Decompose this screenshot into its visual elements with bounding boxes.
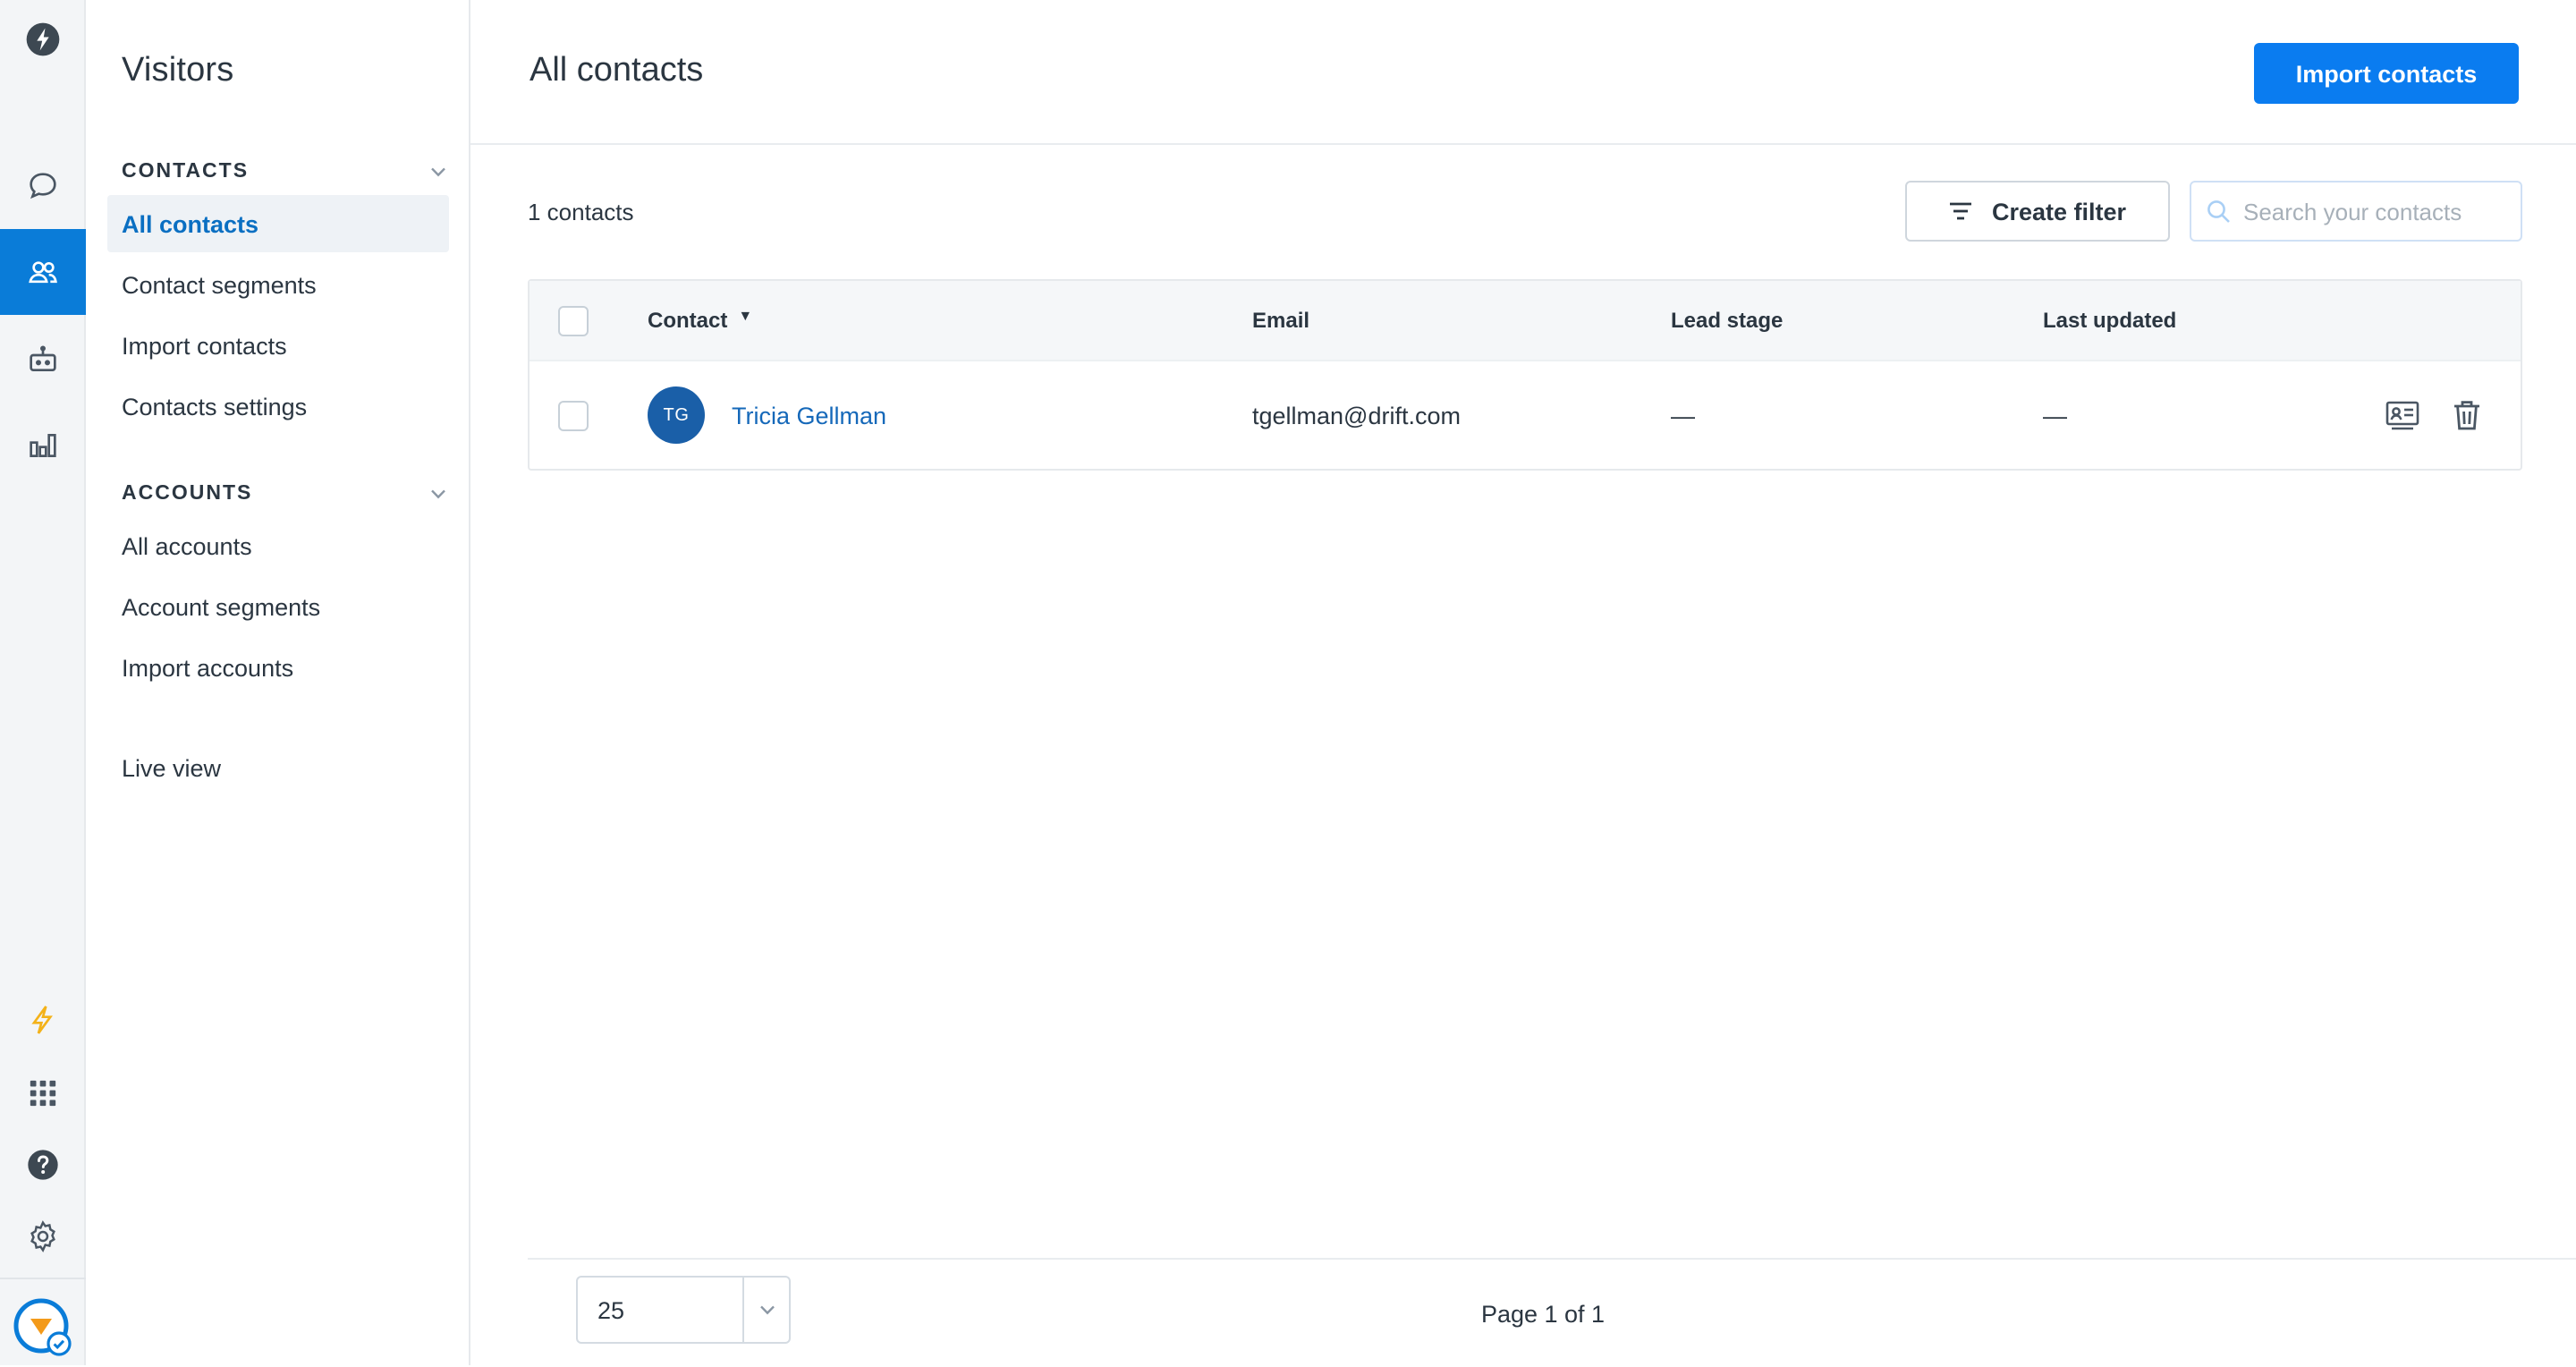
nav-all-contacts[interactable]: All contacts	[107, 195, 449, 252]
accounts-section-label: ACCOUNTS	[122, 483, 253, 505]
nav-account-segments[interactable]: Account segments	[107, 578, 449, 635]
column-contact[interactable]: Contact ▼	[648, 281, 752, 360]
accounts-section-header[interactable]: ACCOUNTS	[122, 478, 447, 510]
last-updated-cell: —	[2043, 402, 2067, 429]
contacts-section-label: CONTACTS	[122, 161, 250, 183]
contact-cell: TG Tricia Gellman	[648, 361, 886, 469]
user-avatar-icon[interactable]	[13, 1297, 73, 1358]
contact-name-link[interactable]: Tricia Gellman	[732, 402, 886, 429]
rail-divider	[0, 1278, 86, 1279]
chevron-down-icon	[431, 489, 445, 499]
bot-icon[interactable]	[0, 324, 86, 395]
nav-import-contacts[interactable]: Import contacts	[107, 317, 449, 374]
nav-import-accounts[interactable]: Import accounts	[107, 639, 449, 696]
column-last-updated: Last updated	[2043, 308, 2177, 333]
sort-desc-icon: ▼	[738, 307, 753, 323]
main-content: All contacts Import contacts 1 contacts …	[470, 0, 2576, 1365]
search-icon	[2207, 200, 2230, 223]
contacts-count: 1 contacts	[528, 199, 634, 225]
trash-icon	[2454, 401, 2479, 430]
help-icon[interactable]	[0, 1129, 86, 1201]
column-lead-stage: Lead stage	[1671, 308, 1784, 333]
row-checkbox[interactable]	[558, 400, 589, 430]
create-filter-button[interactable]: Create filter	[1905, 181, 2170, 242]
create-filter-label: Create filter	[1991, 198, 2127, 225]
select-all-checkbox[interactable]	[558, 305, 589, 335]
visitors-subnav: Visitors CONTACTS All contacts Contact s…	[86, 0, 470, 1365]
select-all-checkbox-cell	[558, 281, 589, 360]
table-header: Contact ▼ Email Lead stage Last updated	[530, 281, 2521, 360]
contacts-icon[interactable]	[0, 229, 86, 315]
contacts-section-header[interactable]: CONTACTS	[122, 156, 447, 188]
avatar: TG	[648, 386, 705, 444]
subnav-title: Visitors	[122, 52, 234, 89]
delete-button[interactable]	[2447, 361, 2487, 469]
row-checkbox-cell	[558, 361, 589, 469]
column-email: Email	[1252, 308, 1310, 333]
contacts-toolbar: 1 contacts Create filter	[528, 181, 2522, 242]
filter-icon	[1950, 202, 1972, 220]
search-input[interactable]	[2243, 198, 2512, 225]
nav-contact-segments[interactable]: Contact segments	[107, 256, 449, 313]
lightning-icon[interactable]	[0, 984, 86, 1056]
icon-rail	[0, 0, 86, 1365]
settings-icon[interactable]	[0, 1201, 86, 1272]
chevron-down-icon	[431, 167, 445, 177]
table-footer: 25 Page 1 of 1	[528, 1258, 2576, 1365]
contact-card-icon	[2385, 401, 2419, 430]
lead-stage-cell: —	[1671, 402, 1695, 429]
table-row[interactable]: TG Tricia Gellman tgellman@drift.com — —	[530, 360, 2521, 469]
import-contacts-button[interactable]: Import contacts	[2254, 43, 2519, 104]
nav-contacts-settings[interactable]: Contacts settings	[107, 378, 449, 435]
search-box	[2190, 181, 2522, 242]
drift-logo-icon[interactable]	[0, 4, 86, 75]
page-title: All contacts	[530, 52, 704, 89]
email-cell: tgellman@drift.com	[1252, 402, 1461, 429]
nav-live-view[interactable]: Live view	[107, 739, 449, 796]
reports-icon[interactable]	[0, 410, 86, 481]
page-info: Page 1 of 1	[1480, 1301, 1606, 1328]
contacts-table: Contact ▼ Email Lead stage Last updated …	[528, 279, 2522, 471]
contact-card-button[interactable]	[2383, 361, 2422, 469]
nav-all-accounts[interactable]: All accounts	[107, 517, 449, 574]
conversations-icon[interactable]	[0, 150, 86, 222]
page-header: All contacts Import contacts	[470, 0, 2576, 145]
column-contact-label: Contact	[648, 308, 728, 333]
apps-grid-icon[interactable]	[0, 1057, 86, 1129]
